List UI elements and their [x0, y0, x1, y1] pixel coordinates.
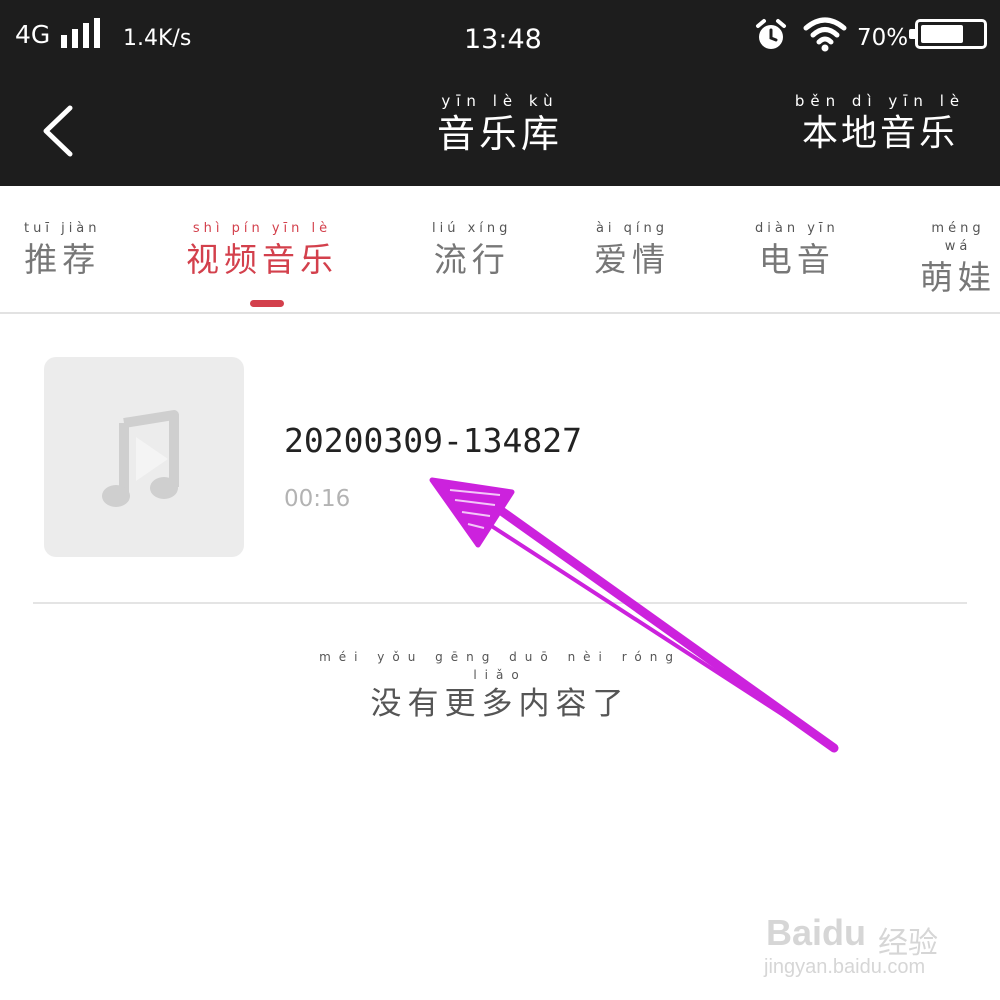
page-title-text: 音乐库 [436, 112, 563, 156]
end-of-list-note: méi yǒu gēng duō nèi róng liǎo 没有更多内容了 [300, 648, 700, 724]
tab-label: 萌娃 [920, 258, 996, 297]
tab-label: 流行 [433, 240, 510, 279]
watermark-brand: Baidu [766, 912, 867, 953]
signal-icon [61, 18, 105, 48]
watermark-url: jingyan.baidu.com [764, 956, 926, 978]
active-tab-indicator [250, 300, 284, 307]
music-play-icon [102, 410, 179, 507]
page-title-pinyin: yīn lè kù [441, 92, 559, 110]
tab-label: 推荐 [24, 240, 101, 279]
divider [33, 602, 967, 604]
end-note-pinyin: méi yǒu gēng duō nèi róng liǎo [319, 650, 681, 682]
list-item[interactable]: 20200309-134827 00:16 [0, 316, 1000, 603]
local-music-label: 本地音乐 [801, 113, 958, 154]
tab-love[interactable]: ài qíng 爱情 [594, 220, 670, 282]
local-music-pinyin: běn dì yīn lè [794, 92, 966, 110]
back-button[interactable] [30, 96, 90, 166]
end-note-text: 没有更多内容了 [370, 686, 630, 722]
tab-recommend[interactable]: tuī jiàn 推荐 [24, 220, 101, 282]
title-bar: yīn lè kù 音乐库 běn dì yīn lè 本地音乐 [0, 78, 1000, 186]
chevron-left-icon [43, 105, 73, 157]
network-speed: 1.4K/s [123, 26, 192, 51]
tab-label: 爱情 [594, 240, 670, 279]
wifi-icon [803, 17, 847, 52]
category-tabs: tuī jiàn 推荐 shì pín yīn lè 视频音乐 liú xíng… [0, 186, 1000, 314]
tab-pinyin: shì pín yīn lè [192, 221, 332, 236]
tab-kids[interactable]: méng wá 萌娃 [916, 220, 1000, 300]
battery-icon [909, 19, 987, 49]
tab-pinyin: diàn yīn [755, 221, 839, 236]
song-cover [44, 357, 244, 557]
status-bar: 4G 1.4K/s 13:48 70% [0, 0, 1000, 78]
tab-video-music[interactable]: shì pín yīn lè 视频音乐 [186, 220, 338, 282]
tab-pinyin: tuī jiàn [24, 221, 101, 236]
tab-pinyin: méng wá [931, 221, 985, 254]
battery-percent: 70% [857, 25, 909, 51]
local-music-button[interactable]: běn dì yīn lè 本地音乐 [780, 92, 980, 158]
clock: 13:48 [464, 24, 542, 55]
tab-label: 视频音乐 [186, 240, 338, 279]
tab-pinyin: ài qíng [595, 221, 669, 236]
song-title: 20200309-134827 [284, 421, 583, 460]
page-title: yīn lè kù 音乐库 [370, 92, 630, 158]
tab-pinyin: liú xíng [432, 221, 512, 236]
tab-popular[interactable]: liú xíng 流行 [432, 220, 511, 282]
alarm-icon [756, 19, 786, 49]
song-duration: 00:16 [284, 486, 351, 512]
network-type: 4G [15, 20, 51, 49]
tab-label: 电音 [758, 240, 835, 279]
tab-electronic[interactable]: diàn yīn 电音 [755, 220, 839, 282]
